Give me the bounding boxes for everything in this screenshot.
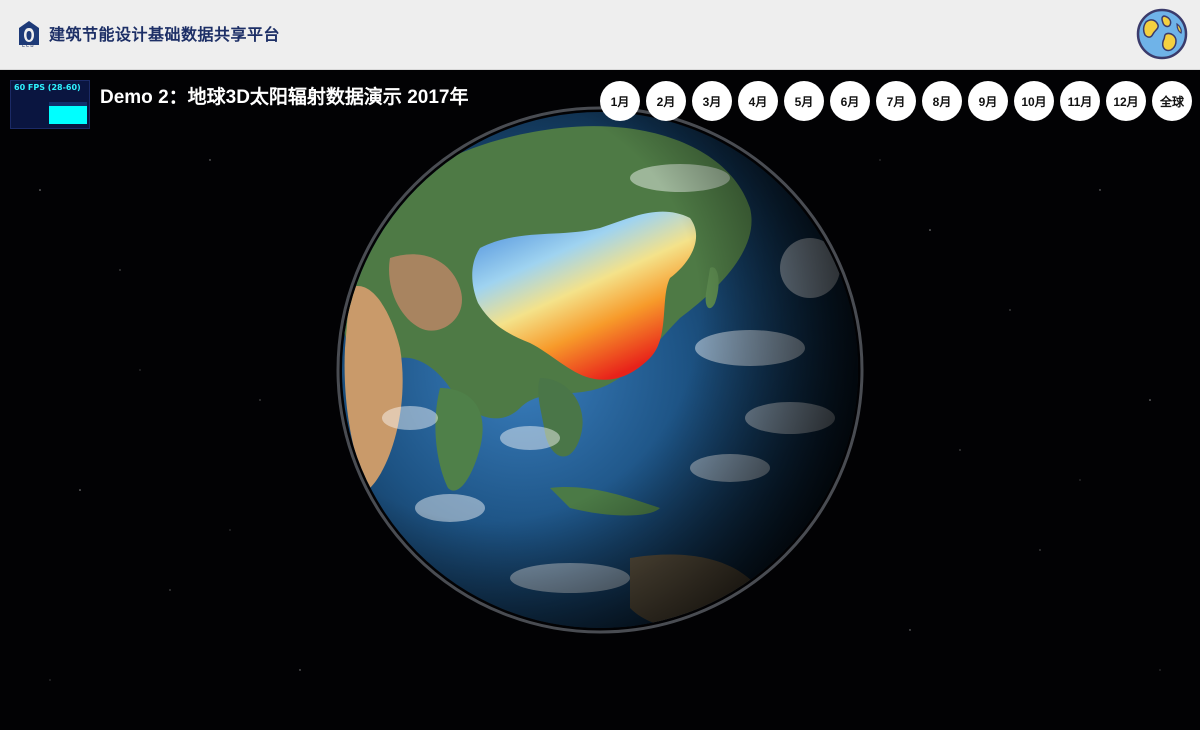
- month-button-11[interactable]: 11月: [1060, 81, 1100, 121]
- month-button-1[interactable]: 1月: [600, 81, 640, 121]
- fps-graph: [49, 106, 87, 124]
- header-bar: LCB 建筑节能设计基础数据共享平台: [0, 0, 1200, 70]
- month-button-4[interactable]: 4月: [738, 81, 778, 121]
- logo-text: LCB: [22, 43, 35, 49]
- earth-globe[interactable]: [330, 88, 878, 648]
- month-button-5[interactable]: 5月: [784, 81, 824, 121]
- month-button-10[interactable]: 10月: [1014, 81, 1054, 121]
- month-button-9[interactable]: 9月: [968, 81, 1008, 121]
- site-title[interactable]: 建筑节能设计基础数据共享平台: [49, 21, 280, 45]
- global-button[interactable]: 全球: [1152, 81, 1192, 121]
- month-button-2[interactable]: 2月: [646, 81, 686, 121]
- month-button-8[interactable]: 8月: [922, 81, 962, 121]
- demo-title: Demo 2：地球3D太阳辐射数据演示 2017年: [100, 87, 469, 108]
- month-button-12[interactable]: 12月: [1106, 81, 1146, 121]
- month-button-6[interactable]: 6月: [830, 81, 870, 121]
- fps-label: 60 FPS (28-60): [14, 83, 81, 92]
- month-button-7[interactable]: 7月: [876, 81, 916, 121]
- globe-icon[interactable]: [1136, 8, 1188, 60]
- fps-panel: 60 FPS (28-60): [10, 80, 90, 129]
- month-button-3[interactable]: 3月: [692, 81, 732, 121]
